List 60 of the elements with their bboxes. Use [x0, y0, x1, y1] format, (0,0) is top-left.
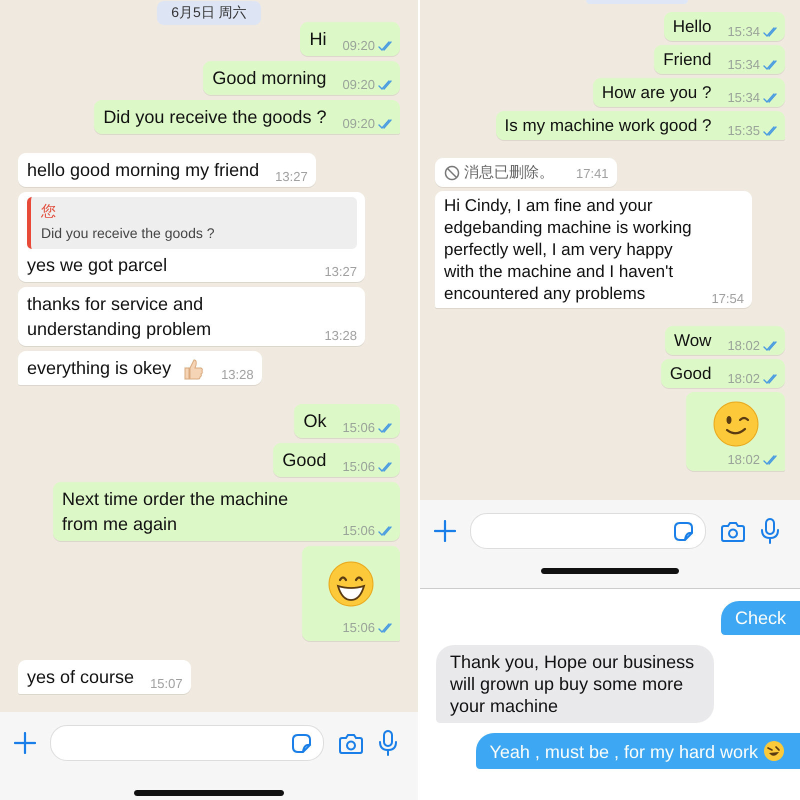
message-time: 15:06 [342, 420, 375, 436]
message-time: 09:20 [342, 38, 375, 54]
message-time: 13:27 [275, 169, 308, 185]
message-time: 18:02 [727, 338, 760, 354]
winking-face-icon [712, 400, 760, 448]
sticker-icon[interactable] [672, 520, 695, 542]
message-input[interactable] [50, 725, 324, 761]
message-time: 15:06 [342, 620, 375, 636]
message-text: Did you receive the goods ? [103, 106, 326, 129]
message-text: How are you ? [602, 82, 712, 104]
message-time: 09:20 [342, 77, 375, 93]
message-text: yes of course [27, 666, 134, 689]
quote-text: Did you receive the goods ? [41, 224, 216, 243]
message-time: 15:34 [727, 90, 760, 106]
message-time: 17:54 [711, 291, 744, 307]
microphone-icon[interactable] [760, 518, 780, 544]
sticker-icon[interactable] [290, 732, 313, 754]
message-text: Ok [303, 410, 326, 433]
message-time: 15:07 [150, 676, 183, 692]
message-time: 18:02 [727, 452, 760, 468]
camera-icon[interactable] [338, 732, 364, 754]
laughing-face-icon [762, 739, 786, 763]
message-text: hello good morning my friend [27, 159, 260, 182]
message-text: thanks for service and understanding problem [27, 293, 212, 341]
message-text: Next time order the machine from me again [62, 488, 290, 536]
message-time: 13:27 [324, 264, 357, 280]
message-time: 15:35 [727, 123, 760, 139]
message-text: Friend [663, 49, 712, 71]
message-input[interactable] [470, 513, 706, 549]
message-time: 17:41 [576, 166, 609, 182]
message-text: everything is okey [27, 357, 172, 380]
message-text: Check [734, 607, 786, 629]
plus-icon[interactable] [434, 520, 456, 542]
message-text: Wow [674, 330, 712, 352]
grinning-face-icon [327, 560, 375, 608]
message-text: Yeah , must be , for my hard work [490, 741, 758, 763]
message-text: Good [282, 449, 326, 472]
message-time: 13:28 [324, 328, 357, 344]
message-text: Hi Cindy, I am fine and your edgebanding machine is working perfectly well, I am very happy with the machine and I haven't encountered any problems [444, 195, 693, 305]
message-time: 15:34 [727, 57, 760, 73]
message-time: 18:02 [727, 371, 760, 387]
microphone-icon[interactable] [378, 730, 398, 756]
camera-icon[interactable] [720, 520, 746, 542]
message-text: Hi [309, 28, 326, 51]
message-time: 15:06 [342, 459, 375, 475]
message-time: 13:28 [221, 367, 254, 383]
message-text: Good [670, 363, 712, 385]
message-text: Good morning [212, 67, 326, 90]
message-time: 15:06 [342, 523, 375, 539]
quote-author: 您 [41, 202, 57, 222]
deleted-icon [444, 165, 460, 181]
message-time: 09:20 [342, 116, 375, 132]
message-text: yes we got parcel [27, 254, 168, 277]
message-time: 15:34 [727, 24, 760, 40]
message-text: Thank you, Hope our business will grown up buy some more your machine [450, 651, 696, 717]
message-text: Hello [672, 16, 712, 38]
message-text: 消息已删除。 [464, 163, 554, 183]
message-text: Is my machine work good ? [504, 115, 712, 137]
date-chip: 6月5日 周六 [157, 1, 261, 25]
plus-icon[interactable] [14, 732, 36, 754]
